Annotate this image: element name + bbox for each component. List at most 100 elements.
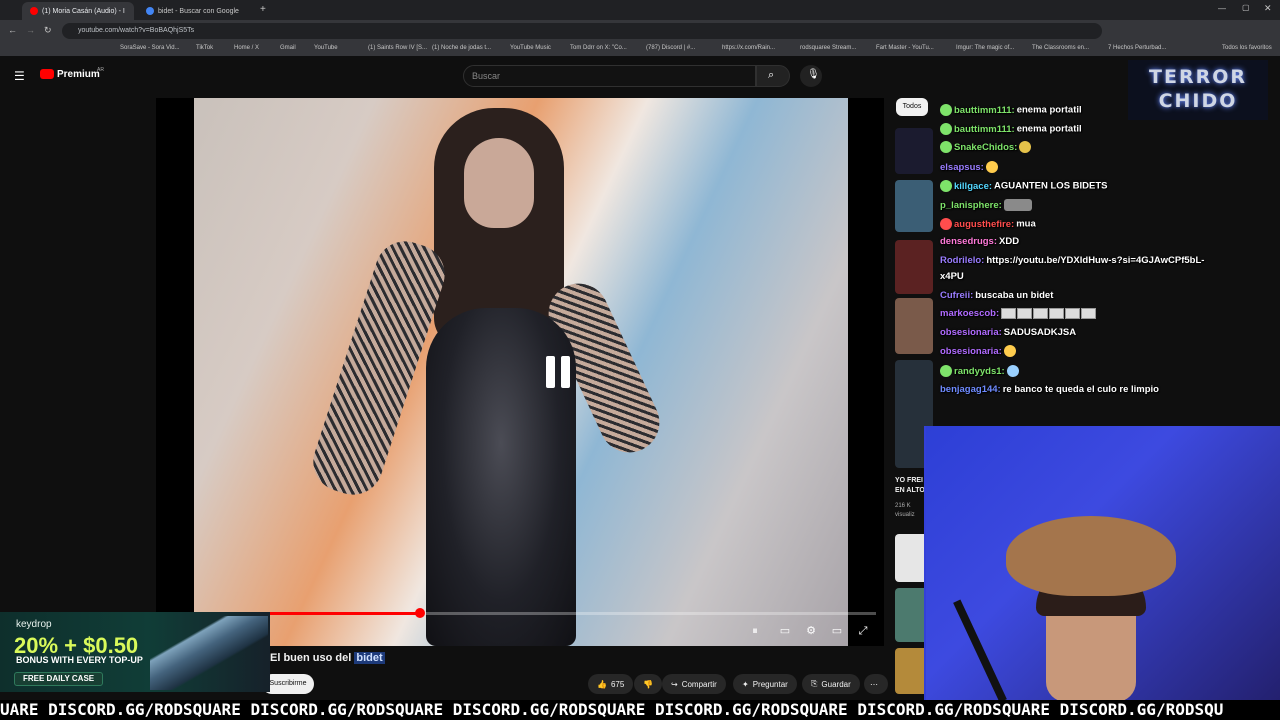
save-button[interactable]: ⎘ Guardar (802, 674, 860, 694)
bookmark-item[interactable]: SoraSave - Sora Vid... (120, 45, 180, 51)
bookmark-item[interactable]: YouTube Music (510, 45, 551, 51)
close-window-icon[interactable]: ✕ (1264, 3, 1272, 14)
ask-button[interactable]: ✦ Preguntar (733, 674, 797, 694)
bookmark-item[interactable]: rodsquaree Stream... (800, 45, 856, 51)
tab-youtube-video[interactable]: (1) Moria Casán (Audio) - I (22, 2, 134, 20)
chat-text: mua (1016, 218, 1036, 230)
reload-icon[interactable]: ↻ (44, 25, 52, 36)
bookmark-item[interactable]: https://x.com/Rain... (722, 45, 775, 51)
discord-ticker: UARE DISCORD.GG/RODSQUARE DISCORD.GG/ROD… (0, 700, 1280, 720)
ad-brand: keydrop (16, 619, 52, 630)
emoji-icon (985, 161, 998, 173)
bookmark-item[interactable]: Home / X (234, 45, 259, 51)
thumbs-down-icon: 👎 (643, 679, 653, 689)
chat-username: bauttimm111: (954, 104, 1015, 116)
badge-icon (940, 365, 952, 377)
ask-label: Preguntar (752, 679, 788, 689)
chat-message: killgace: AGUANTEN LOS BIDETS (940, 180, 1108, 192)
chat-message: p_lanisphere: (940, 199, 1034, 211)
chip-all[interactable]: Todos (896, 98, 928, 116)
bookmark-item[interactable]: (1) Noche de jodas t... (432, 45, 491, 51)
recommended-thumbnail[interactable] (895, 240, 933, 294)
emoji-icon (1003, 345, 1016, 357)
tab-google-search[interactable]: bidet - Buscar con Google (138, 2, 254, 20)
bookmark-item[interactable]: 7 Hechos Perturbad... (1108, 45, 1166, 51)
chat-username: SnakeChidos: (954, 141, 1018, 153)
bookmark-item[interactable]: (787) Discord | #... (646, 45, 695, 51)
search-button[interactable]: ⌕ (756, 65, 790, 87)
progress-bar[interactable] (164, 608, 876, 618)
chat-username: p_lanisphere: (940, 199, 1002, 211)
bookmark-item[interactable]: (1) Saints Row IV [S... (368, 45, 427, 51)
video-title-highlight: bidet (354, 652, 385, 664)
recommended-thumbnail[interactable] (895, 128, 933, 174)
chat-message: markoescob: (940, 308, 1097, 319)
sparkle-icon: ✦ (742, 679, 749, 689)
video-title-text: El buen uso del (270, 652, 355, 664)
microphone-icon: 🎙 (807, 69, 820, 80)
recommended-views: 216 K visualiz (895, 503, 915, 518)
like-button[interactable]: 👍 675 (588, 674, 634, 694)
share-button[interactable]: ↪ Compartir (662, 674, 726, 694)
forward-icon[interactable]: → (26, 25, 35, 35)
bookmark-item[interactable]: YouTube (314, 45, 338, 51)
badge-icon (940, 180, 952, 192)
chat-message: x4PU (940, 271, 964, 282)
ad-cta: FREE DAILY CASE (14, 672, 104, 686)
youtube-logo-icon[interactable] (40, 69, 54, 79)
back-icon[interactable]: ← (8, 25, 17, 35)
recommended-thumbnail[interactable] (895, 180, 933, 232)
bookmark-item[interactable]: The Classrooms en... (1032, 45, 1089, 51)
bookmarks-bar: SoraSave - Sora Vid... TikTok Home / X G… (0, 42, 1280, 56)
menu-icon[interactable]: ☰ (14, 69, 25, 83)
logo-line: TERROR (1149, 66, 1247, 88)
chat-username: randyyds1: (954, 365, 1005, 377)
fullscreen-icon[interactable]: ⤢ (856, 624, 870, 638)
address-bar[interactable]: youtube.com/watch?v=BoBAQhjS5Ts (62, 23, 1102, 39)
terror-chido-logo: TERROR CHIDO (1128, 60, 1268, 120)
bookmark-item[interactable]: Gmail (280, 45, 296, 51)
search-input[interactable]: Buscar (463, 65, 756, 87)
emote-icon (1065, 308, 1081, 319)
more-actions-button[interactable]: ⋯ (864, 674, 888, 694)
minimize-icon[interactable]: — (1218, 4, 1226, 13)
chat-message: bauttimm111: enema portatil (940, 104, 1082, 116)
voice-search-button[interactable]: 🎙 (800, 65, 822, 87)
recommended-title[interactable]: YO FREI EN ALTO (895, 476, 927, 496)
tab-label: (1) Moria Casán (Audio) - I (42, 7, 125, 15)
autoplay-toggle-icon[interactable]: ⏸ (748, 624, 762, 638)
video-subject-face (464, 138, 534, 228)
chat-message: obsesionaria: SADUSADKJSA (940, 327, 1076, 338)
theater-mode-icon[interactable]: ▭ (830, 624, 844, 638)
bookmark-item[interactable]: TikTok (196, 45, 213, 51)
ad-subline: BONUS WITH EVERY TOP-UP (16, 655, 143, 665)
save-label: Guardar (821, 679, 851, 689)
microphone-arm (953, 599, 1007, 702)
youtube-favicon-icon (30, 7, 38, 15)
share-icon: ↪ (671, 679, 678, 689)
chat-message: randyyds1: (940, 365, 1021, 377)
bookmark-item[interactable]: Fart Master - YouTu... (876, 45, 934, 51)
tab-label: bidet - Buscar con Google (158, 7, 239, 15)
dislike-button[interactable]: 👎 (634, 674, 662, 694)
youtube-premium-label[interactable]: Premium (57, 69, 100, 80)
maximize-icon[interactable]: ▢ (1242, 3, 1250, 12)
badge-icon (940, 141, 952, 153)
settings-icon[interactable]: ⚙ (804, 624, 818, 638)
chat-message: Rodrilelo: https://youtu.be/YDXldHuw-s?si… (940, 255, 1204, 266)
subtitles-icon[interactable]: ▭ (778, 624, 792, 638)
bookmark-item[interactable]: Imgur: The magic of... (956, 45, 1014, 51)
chat-text: x4PU (940, 271, 964, 282)
new-tab-icon[interactable]: + (260, 4, 266, 15)
chat-username: Cufreii: (940, 290, 974, 301)
pause-icon[interactable] (546, 356, 574, 388)
chat-text: enema portatil (1016, 104, 1082, 116)
all-bookmarks[interactable]: Todos los favoritos (1222, 45, 1272, 51)
bookmark-item[interactable]: Tom Ddrr on X: "Co... (570, 45, 627, 51)
recommended-thumbnail[interactable] (895, 298, 933, 354)
video-player[interactable]: ⏸ ▭ ⚙ ▭ ⤢ (156, 98, 884, 646)
badge-icon (940, 104, 952, 116)
emote-icon (1017, 308, 1033, 319)
browser-tab-bar: (1) Moria Casán (Audio) - I bidet - Busc… (0, 0, 1280, 20)
chat-message: obsesionaria: (940, 345, 1018, 357)
